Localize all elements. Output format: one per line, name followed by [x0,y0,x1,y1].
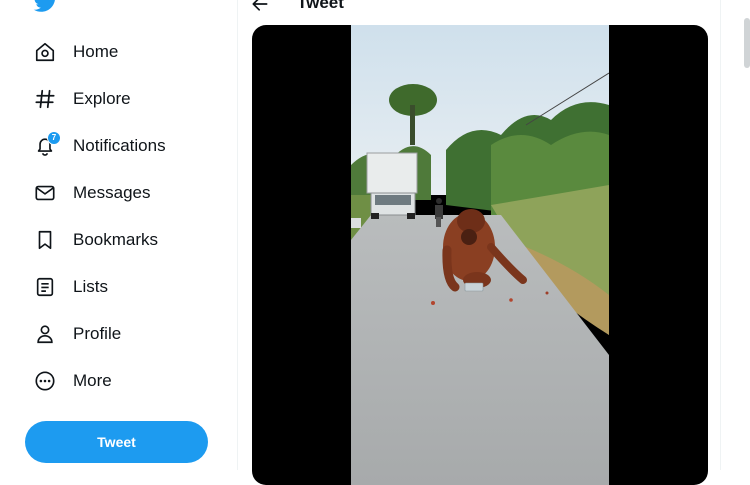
sidebar-item-label: Home [73,42,119,61]
main-column: Tweet [238,0,720,485]
sidebar-item-label: More [73,371,112,390]
sidebar-item-label: Notifications [73,136,166,155]
sidebar-item-profile[interactable]: Profile [24,315,133,353]
hashtag-icon [34,88,56,110]
bookmark-icon [34,229,56,251]
twitter-bird-icon[interactable] [33,0,59,14]
video-frame [351,25,609,485]
scrollbar-thumb[interactable] [744,18,750,68]
bell-icon: 7 [34,131,61,157]
tweet-video[interactable] [252,25,708,485]
sidebar: Home Explore 7 Notifications Messages Bo… [0,0,238,470]
sidebar-item-notifications[interactable]: 7 Notifications [24,127,178,165]
sidebar-item-label: Bookmarks [73,230,159,249]
sidebar-item-label: Lists [73,277,108,296]
sidebar-item-home[interactable]: Home [24,33,130,71]
column-divider [720,0,721,470]
sidebar-item-bookmarks[interactable]: Bookmarks [24,221,170,259]
person-icon [34,323,56,345]
back-arrow-icon[interactable] [250,0,270,14]
list-icon [34,276,56,298]
tweet-button[interactable]: Tweet [25,421,208,463]
sidebar-item-more[interactable]: More [24,362,124,400]
home-icon [34,41,56,63]
sidebar-item-explore[interactable]: Explore [24,80,143,118]
sidebar-item-label: Explore [73,89,131,108]
notification-badge: 7 [47,131,61,145]
envelope-icon [34,182,56,204]
page-title: Tweet [297,0,344,12]
sidebar-item-lists[interactable]: Lists [24,268,120,306]
sidebar-item-label: Profile [73,324,122,343]
sidebar-item-messages[interactable]: Messages [24,174,162,212]
more-circle-icon [34,370,56,392]
sidebar-item-label: Messages [73,183,151,202]
